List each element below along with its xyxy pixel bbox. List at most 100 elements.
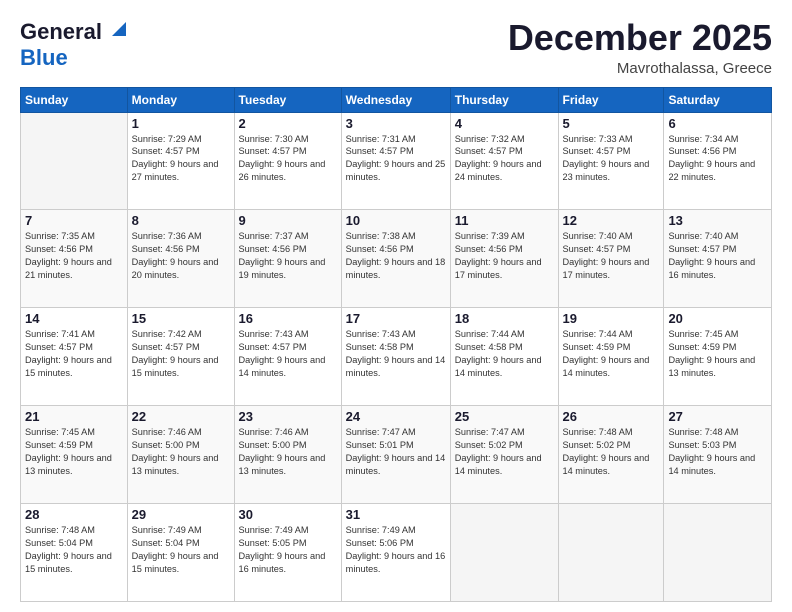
day-number: 13 [668, 213, 767, 228]
day-cell: 10 Sunrise: 7:38 AM Sunset: 4:56 PM Dayl… [341, 210, 450, 308]
day-info: Sunrise: 7:44 AM Sunset: 4:59 PM Dayligh… [563, 328, 660, 380]
day-number: 24 [346, 409, 446, 424]
day-number: 27 [668, 409, 767, 424]
day-info: Sunrise: 7:42 AM Sunset: 4:57 PM Dayligh… [132, 328, 230, 380]
day-info: Sunrise: 7:30 AM Sunset: 4:57 PM Dayligh… [239, 133, 337, 185]
day-cell: 18 Sunrise: 7:44 AM Sunset: 4:58 PM Dayl… [450, 308, 558, 406]
day-info: Sunrise: 7:44 AM Sunset: 4:58 PM Dayligh… [455, 328, 554, 380]
day-number: 25 [455, 409, 554, 424]
day-info: Sunrise: 7:47 AM Sunset: 5:01 PM Dayligh… [346, 426, 446, 478]
day-cell: 29 Sunrise: 7:49 AM Sunset: 5:04 PM Dayl… [127, 504, 234, 602]
day-info: Sunrise: 7:49 AM Sunset: 5:05 PM Dayligh… [239, 524, 337, 576]
day-cell: 1 Sunrise: 7:29 AM Sunset: 4:57 PM Dayli… [127, 112, 234, 210]
day-info: Sunrise: 7:31 AM Sunset: 4:57 PM Dayligh… [346, 133, 446, 185]
day-number: 26 [563, 409, 660, 424]
day-number: 6 [668, 116, 767, 131]
calendar-table: SundayMondayTuesdayWednesdayThursdayFrid… [20, 87, 772, 602]
day-cell: 14 Sunrise: 7:41 AM Sunset: 4:57 PM Dayl… [21, 308, 128, 406]
day-cell: 9 Sunrise: 7:37 AM Sunset: 4:56 PM Dayli… [234, 210, 341, 308]
day-cell: 21 Sunrise: 7:45 AM Sunset: 4:59 PM Dayl… [21, 406, 128, 504]
day-info: Sunrise: 7:34 AM Sunset: 4:56 PM Dayligh… [668, 133, 767, 185]
weekday-monday: Monday [127, 87, 234, 112]
day-cell: 7 Sunrise: 7:35 AM Sunset: 4:56 PM Dayli… [21, 210, 128, 308]
day-info: Sunrise: 7:43 AM Sunset: 4:57 PM Dayligh… [239, 328, 337, 380]
day-info: Sunrise: 7:32 AM Sunset: 4:57 PM Dayligh… [455, 133, 554, 185]
day-number: 10 [346, 213, 446, 228]
day-info: Sunrise: 7:39 AM Sunset: 4:56 PM Dayligh… [455, 230, 554, 282]
week-row-1: 1 Sunrise: 7:29 AM Sunset: 4:57 PM Dayli… [21, 112, 772, 210]
logo: General Blue [20, 18, 130, 71]
day-info: Sunrise: 7:41 AM Sunset: 4:57 PM Dayligh… [25, 328, 123, 380]
day-info: Sunrise: 7:45 AM Sunset: 4:59 PM Dayligh… [25, 426, 123, 478]
day-number: 20 [668, 311, 767, 326]
day-cell: 23 Sunrise: 7:46 AM Sunset: 5:00 PM Dayl… [234, 406, 341, 504]
day-cell: 2 Sunrise: 7:30 AM Sunset: 4:57 PM Dayli… [234, 112, 341, 210]
day-cell: 8 Sunrise: 7:36 AM Sunset: 4:56 PM Dayli… [127, 210, 234, 308]
day-cell: 27 Sunrise: 7:48 AM Sunset: 5:03 PM Dayl… [664, 406, 772, 504]
day-number: 19 [563, 311, 660, 326]
day-info: Sunrise: 7:33 AM Sunset: 4:57 PM Dayligh… [563, 133, 660, 185]
day-cell: 12 Sunrise: 7:40 AM Sunset: 4:57 PM Dayl… [558, 210, 664, 308]
day-info: Sunrise: 7:46 AM Sunset: 5:00 PM Dayligh… [239, 426, 337, 478]
day-cell [558, 504, 664, 602]
day-info: Sunrise: 7:35 AM Sunset: 4:56 PM Dayligh… [25, 230, 123, 282]
day-cell: 6 Sunrise: 7:34 AM Sunset: 4:56 PM Dayli… [664, 112, 772, 210]
location-subtitle: Mavrothalassa, Greece [508, 60, 772, 77]
day-info: Sunrise: 7:40 AM Sunset: 4:57 PM Dayligh… [563, 230, 660, 282]
day-number: 22 [132, 409, 230, 424]
day-number: 8 [132, 213, 230, 228]
day-cell: 30 Sunrise: 7:49 AM Sunset: 5:05 PM Dayl… [234, 504, 341, 602]
day-number: 4 [455, 116, 554, 131]
day-number: 7 [25, 213, 123, 228]
day-number: 17 [346, 311, 446, 326]
day-cell: 5 Sunrise: 7:33 AM Sunset: 4:57 PM Dayli… [558, 112, 664, 210]
day-number: 2 [239, 116, 337, 131]
day-number: 11 [455, 213, 554, 228]
day-cell: 28 Sunrise: 7:48 AM Sunset: 5:04 PM Dayl… [21, 504, 128, 602]
header: General Blue December 2025 Mavrothalassa… [20, 18, 772, 77]
day-cell: 16 Sunrise: 7:43 AM Sunset: 4:57 PM Dayl… [234, 308, 341, 406]
week-row-5: 28 Sunrise: 7:48 AM Sunset: 5:04 PM Dayl… [21, 504, 772, 602]
day-number: 1 [132, 116, 230, 131]
day-info: Sunrise: 7:49 AM Sunset: 5:04 PM Dayligh… [132, 524, 230, 576]
day-cell [21, 112, 128, 210]
day-number: 5 [563, 116, 660, 131]
day-info: Sunrise: 7:29 AM Sunset: 4:57 PM Dayligh… [132, 133, 230, 185]
weekday-wednesday: Wednesday [341, 87, 450, 112]
day-cell: 13 Sunrise: 7:40 AM Sunset: 4:57 PM Dayl… [664, 210, 772, 308]
weekday-tuesday: Tuesday [234, 87, 341, 112]
logo-general: General [20, 19, 102, 45]
day-number: 30 [239, 507, 337, 522]
week-row-4: 21 Sunrise: 7:45 AM Sunset: 4:59 PM Dayl… [21, 406, 772, 504]
day-info: Sunrise: 7:38 AM Sunset: 4:56 PM Dayligh… [346, 230, 446, 282]
day-info: Sunrise: 7:46 AM Sunset: 5:00 PM Dayligh… [132, 426, 230, 478]
weekday-thursday: Thursday [450, 87, 558, 112]
day-number: 28 [25, 507, 123, 522]
day-cell: 22 Sunrise: 7:46 AM Sunset: 5:00 PM Dayl… [127, 406, 234, 504]
day-info: Sunrise: 7:36 AM Sunset: 4:56 PM Dayligh… [132, 230, 230, 282]
day-info: Sunrise: 7:47 AM Sunset: 5:02 PM Dayligh… [455, 426, 554, 478]
day-info: Sunrise: 7:37 AM Sunset: 4:56 PM Dayligh… [239, 230, 337, 282]
day-number: 14 [25, 311, 123, 326]
page: General Blue December 2025 Mavrothalassa… [0, 0, 792, 612]
weekday-header-row: SundayMondayTuesdayWednesdayThursdayFrid… [21, 87, 772, 112]
day-number: 21 [25, 409, 123, 424]
day-info: Sunrise: 7:48 AM Sunset: 5:03 PM Dayligh… [668, 426, 767, 478]
day-number: 15 [132, 311, 230, 326]
logo-blue: Blue [20, 45, 68, 70]
weekday-friday: Friday [558, 87, 664, 112]
day-cell [450, 504, 558, 602]
week-row-2: 7 Sunrise: 7:35 AM Sunset: 4:56 PM Dayli… [21, 210, 772, 308]
day-cell: 25 Sunrise: 7:47 AM Sunset: 5:02 PM Dayl… [450, 406, 558, 504]
day-cell: 20 Sunrise: 7:45 AM Sunset: 4:59 PM Dayl… [664, 308, 772, 406]
day-number: 31 [346, 507, 446, 522]
day-number: 23 [239, 409, 337, 424]
title-block: December 2025 Mavrothalassa, Greece [508, 18, 772, 77]
day-cell: 4 Sunrise: 7:32 AM Sunset: 4:57 PM Dayli… [450, 112, 558, 210]
day-info: Sunrise: 7:43 AM Sunset: 4:58 PM Dayligh… [346, 328, 446, 380]
day-number: 9 [239, 213, 337, 228]
day-info: Sunrise: 7:48 AM Sunset: 5:02 PM Dayligh… [563, 426, 660, 478]
day-cell: 26 Sunrise: 7:48 AM Sunset: 5:02 PM Dayl… [558, 406, 664, 504]
week-row-3: 14 Sunrise: 7:41 AM Sunset: 4:57 PM Dayl… [21, 308, 772, 406]
day-cell: 3 Sunrise: 7:31 AM Sunset: 4:57 PM Dayli… [341, 112, 450, 210]
